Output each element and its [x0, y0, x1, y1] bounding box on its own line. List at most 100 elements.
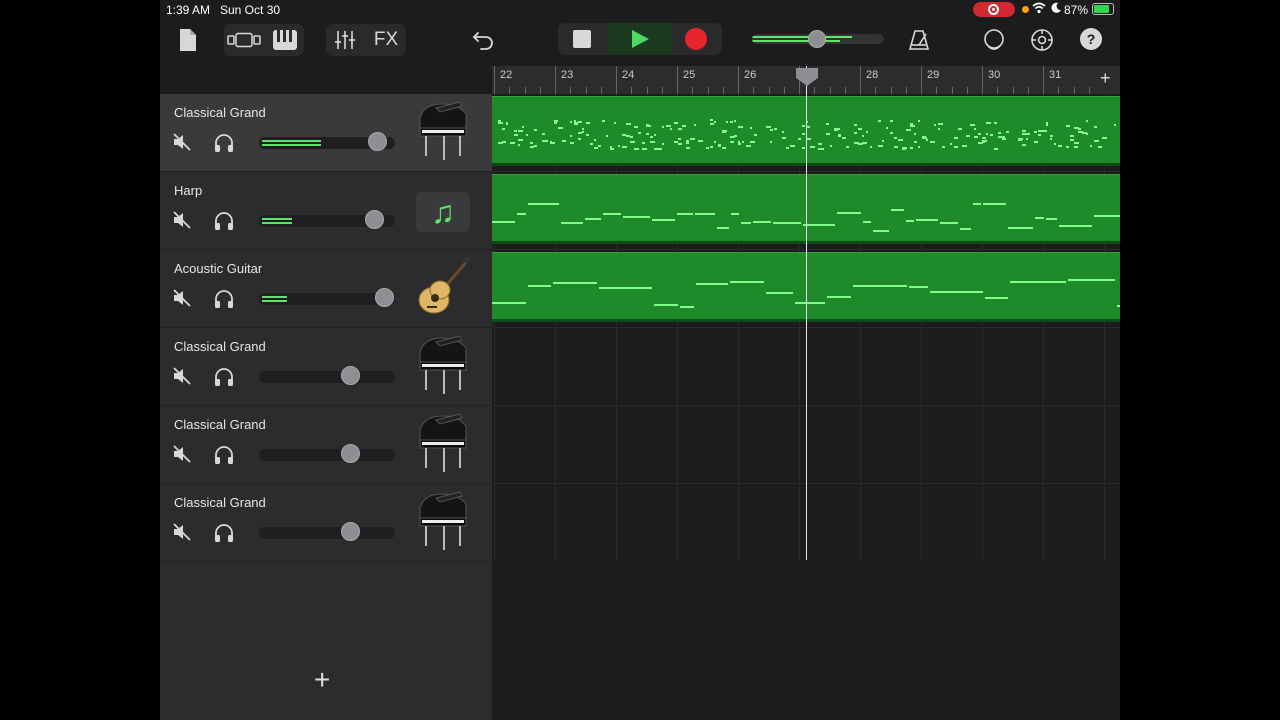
track-volume-slider[interactable]	[259, 371, 395, 383]
headphones-icon[interactable]	[213, 444, 235, 466]
track-name: Classical Grand	[174, 105, 266, 120]
track-headers: + Classical Grand Harp ♫ Acoustic Guitar	[160, 94, 492, 720]
headphones-icon[interactable]	[213, 522, 235, 544]
guitar-icon[interactable]	[414, 255, 472, 318]
focus-moon-icon	[1050, 2, 1062, 17]
ruler-tick	[707, 87, 709, 94]
ruler-tick	[829, 87, 831, 94]
track-name: Harp	[174, 183, 203, 198]
undo-icon[interactable]	[468, 28, 498, 52]
headphones-icon[interactable]	[213, 132, 235, 154]
music-note-icon[interactable]: ♫	[416, 192, 470, 232]
ruler-tick	[631, 87, 633, 94]
ruler-tick	[982, 66, 983, 94]
ruler-tick	[1058, 87, 1060, 94]
track-volume-knob[interactable]	[341, 366, 360, 385]
ruler-tick	[1088, 87, 1090, 94]
mute-icon[interactable]	[172, 366, 192, 386]
track-volume-knob[interactable]	[375, 288, 394, 307]
track-volume-knob[interactable]	[341, 522, 360, 541]
ruler-tick	[494, 66, 495, 94]
ruler-tick	[555, 66, 556, 94]
ruler-tick	[738, 66, 739, 94]
loop-icon[interactable]	[980, 27, 1008, 53]
play-icon[interactable]	[628, 29, 652, 49]
ruler-tick	[814, 87, 816, 94]
track-header[interactable]: Classical Grand	[160, 94, 492, 172]
ruler-bar-number: 25	[683, 69, 696, 81]
tracks-view-icon[interactable]	[226, 28, 262, 52]
settings-icon[interactable]	[1028, 27, 1056, 53]
ruler-tick	[677, 66, 678, 94]
playhead[interactable]	[806, 66, 807, 560]
track-volume-slider[interactable]	[259, 527, 395, 539]
ruler-bar-number: 26	[744, 69, 757, 81]
status-time: 1:39 AM	[166, 3, 211, 17]
ruler-tick	[875, 87, 877, 94]
status-date: Sun Oct 30	[220, 3, 281, 17]
document-icon[interactable]	[176, 26, 200, 54]
ruler-tick	[1073, 87, 1075, 94]
headphones-icon[interactable]	[213, 288, 235, 310]
track-header[interactable]: Classical Grand	[160, 328, 492, 406]
garageband-screen: 1:39 AM Sun Oct 30 87% FX ? 22 23 24 25 …	[160, 0, 1120, 720]
mixer-icon[interactable]	[330, 28, 360, 52]
ruler-tick	[966, 87, 968, 94]
track-volume-slider[interactable]	[259, 449, 395, 461]
piano-icon[interactable]	[414, 334, 472, 396]
ruler-bar-number: 30	[988, 69, 1001, 81]
track-header[interactable]: Classical Grand	[160, 406, 492, 484]
empty-track-area	[492, 560, 1120, 720]
ruler-bar-number: 29	[927, 69, 940, 81]
mute-icon[interactable]	[172, 288, 192, 308]
ruler-tick	[524, 87, 526, 94]
ruler-bar-number: 28	[866, 69, 879, 81]
ruler-tick	[661, 87, 663, 94]
headphones-icon[interactable]	[213, 366, 235, 388]
add-section-button[interactable]: +	[1100, 68, 1111, 89]
track-volume-knob[interactable]	[341, 444, 360, 463]
stop-icon[interactable]	[570, 29, 594, 49]
track-name: Classical Grand	[174, 339, 266, 354]
track-volume-knob[interactable]	[365, 210, 384, 229]
fx-button[interactable]: FX	[368, 28, 404, 52]
status-bar: 1:39 AM Sun Oct 30 87%	[160, 0, 1120, 20]
ruler-tick	[692, 87, 694, 94]
battery-percentage: 87%	[1064, 3, 1089, 17]
record-icon[interactable]	[684, 28, 708, 50]
ruler-tick	[539, 87, 541, 94]
mute-icon[interactable]	[172, 210, 192, 230]
mute-icon[interactable]	[172, 132, 192, 152]
ruler-tick	[646, 87, 648, 94]
ruler-tick	[753, 87, 755, 94]
piano-icon[interactable]	[414, 490, 472, 552]
ruler-tick	[1012, 87, 1014, 94]
track-name: Classical Grand	[174, 417, 266, 432]
ruler-tick	[768, 87, 770, 94]
ruler-tick	[600, 87, 602, 94]
keyboard-icon[interactable]	[268, 26, 302, 54]
track-header[interactable]: Harp ♫	[160, 172, 492, 250]
piano-icon[interactable]	[414, 412, 472, 474]
ruler-tick	[1027, 87, 1029, 94]
ruler-tick	[722, 87, 724, 94]
ruler-tick	[783, 87, 785, 94]
ruler-tick	[860, 66, 861, 94]
track-header[interactable]: Classical Grand	[160, 484, 492, 562]
metronome-icon[interactable]	[906, 28, 932, 52]
headphones-icon[interactable]	[213, 210, 235, 232]
master-volume-knob[interactable]	[808, 30, 826, 48]
track-volume-knob[interactable]	[368, 132, 387, 151]
track-header[interactable]: Acoustic Guitar	[160, 250, 492, 328]
toolbar: FX ?	[160, 20, 1120, 60]
screen-recording-indicator[interactable]	[973, 2, 1015, 17]
battery-icon	[1092, 3, 1114, 15]
add-track-button[interactable]: +	[314, 664, 330, 696]
mute-icon[interactable]	[172, 444, 192, 464]
piano-icon[interactable]	[414, 100, 472, 162]
ruler-tick	[616, 66, 617, 94]
help-icon[interactable]: ?	[1080, 28, 1102, 50]
transport-controls	[558, 23, 722, 55]
ruler-tick	[844, 87, 846, 94]
mute-icon[interactable]	[172, 522, 192, 542]
